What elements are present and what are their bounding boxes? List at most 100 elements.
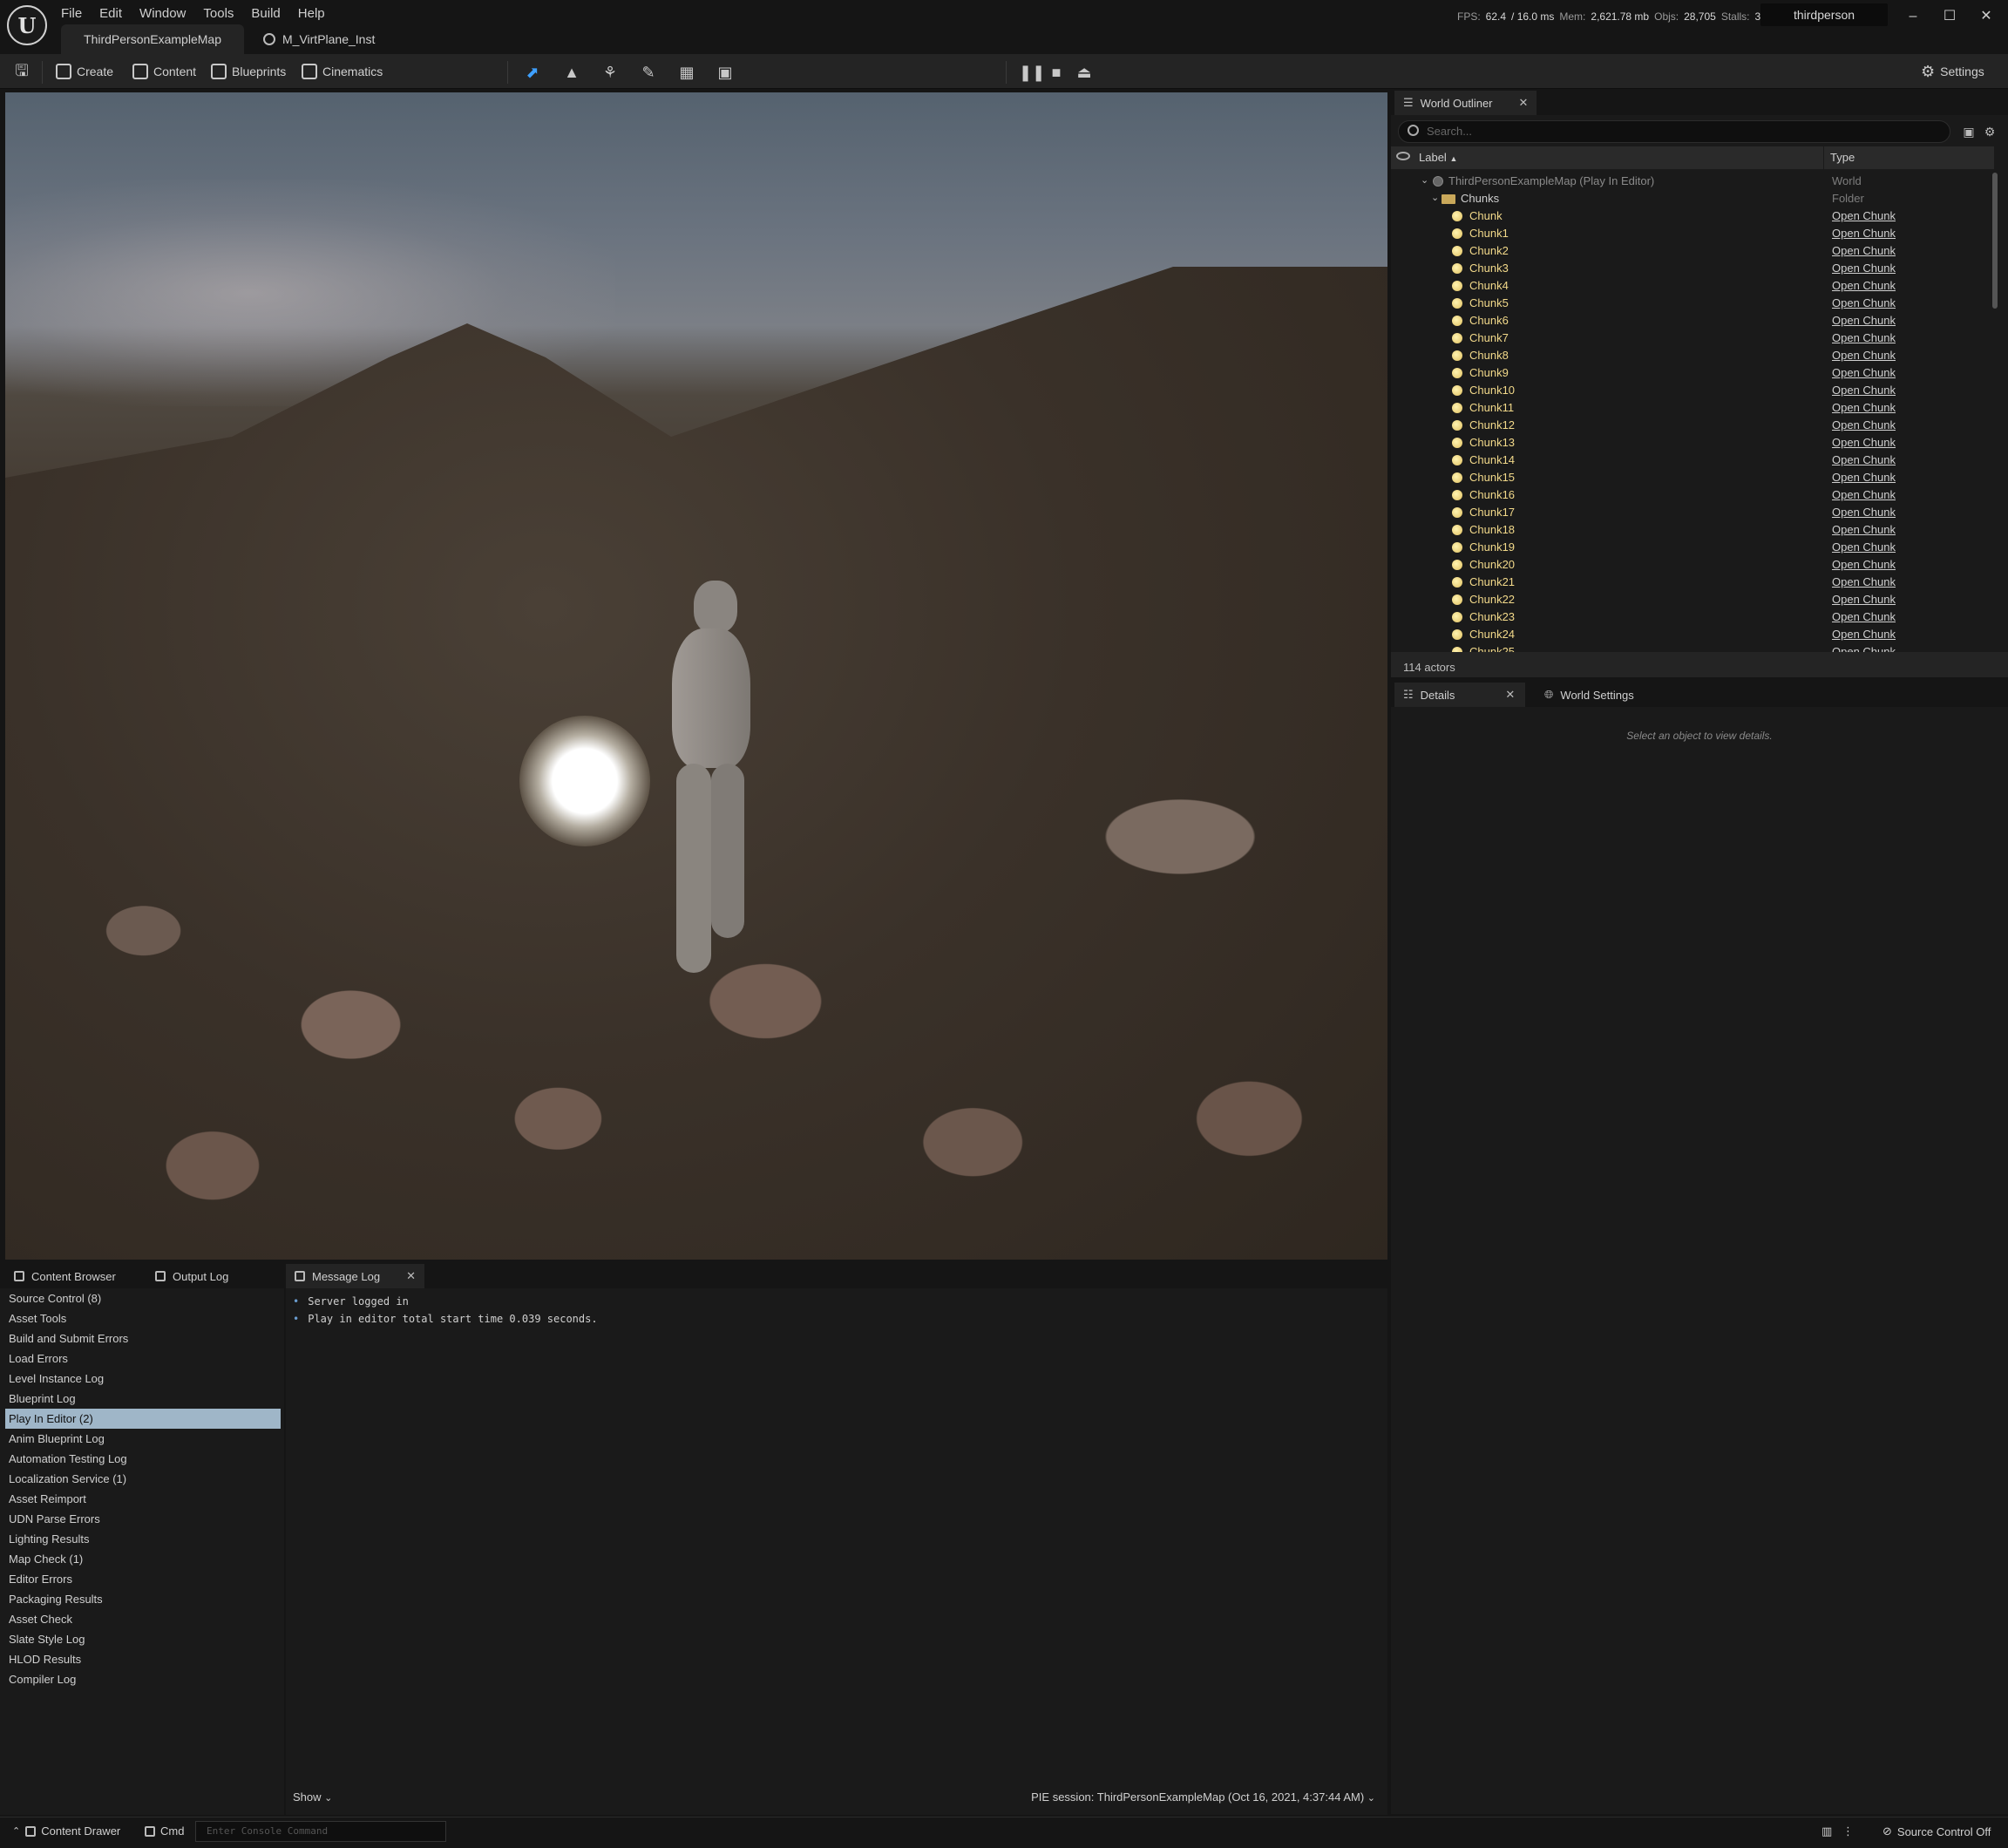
log-category-item[interactable]: Editor Errors xyxy=(0,1569,284,1589)
open-chunk-link[interactable]: Open Chunk xyxy=(1832,244,1896,257)
tab-content-browser[interactable]: Content Browser xyxy=(5,1264,125,1288)
select-mode-icon[interactable]: ⬈ xyxy=(523,63,542,82)
log-category-item[interactable]: Source Control (8) xyxy=(0,1288,284,1308)
foliage-mode-icon[interactable]: ⚘ xyxy=(600,63,620,82)
log-category-item[interactable]: Anim Blueprint Log xyxy=(0,1429,284,1449)
log-category-item[interactable]: Build and Submit Errors xyxy=(0,1328,284,1349)
unreal-logo[interactable]: U xyxy=(7,5,47,45)
level-viewport[interactable] xyxy=(5,92,1387,1260)
column-divider[interactable] xyxy=(1823,146,1824,169)
log-category-item[interactable]: Blueprint Log xyxy=(0,1389,284,1409)
menu-help[interactable]: Help xyxy=(289,3,334,23)
chevron-down-icon[interactable]: ⌄ xyxy=(1421,174,1428,186)
derived-data-icon[interactable]: ▥ xyxy=(1821,1824,1832,1838)
log-category-item[interactable]: UDN Parse Errors xyxy=(0,1509,284,1529)
open-chunk-link[interactable]: Open Chunk xyxy=(1832,349,1896,362)
tree-row-chunk[interactable]: Chunk21 Open Chunk xyxy=(1391,574,1994,591)
open-chunk-link[interactable]: Open Chunk xyxy=(1832,628,1896,641)
log-category-item[interactable]: Slate Style Log xyxy=(0,1629,284,1649)
open-chunk-link[interactable]: Open Chunk xyxy=(1832,593,1896,606)
outliner-scrollbar[interactable] xyxy=(1992,173,1998,309)
tab-details[interactable]: ☷ Details ✕ xyxy=(1394,683,1525,707)
open-chunk-link[interactable]: Open Chunk xyxy=(1832,645,1896,652)
log-category-item[interactable]: Automation Testing Log xyxy=(0,1449,284,1469)
open-chunk-link[interactable]: Open Chunk xyxy=(1832,279,1896,292)
log-category-item[interactable]: Play In Editor (2) xyxy=(5,1409,281,1429)
tree-row-chunk[interactable]: Chunk17 Open Chunk xyxy=(1391,504,1994,521)
tree-row-chunk[interactable]: Chunk2 Open Chunk xyxy=(1391,242,1994,260)
pie-session-dropdown[interactable]: PIE session: ThirdPersonExampleMap (Oct … xyxy=(1031,1790,1375,1804)
settings-button[interactable]: ⚙ Settings xyxy=(1921,59,1984,84)
cinematics-button[interactable]: Cinematics xyxy=(302,59,383,84)
tree-row-chunk[interactable]: Chunk18 Open Chunk xyxy=(1391,521,1994,539)
tree-row-chunk[interactable]: Chunk6 Open Chunk xyxy=(1391,312,1994,330)
open-chunk-link[interactable]: Open Chunk xyxy=(1832,384,1896,397)
tab-world-outliner[interactable]: ☰ World Outliner ✕ xyxy=(1394,91,1537,115)
open-chunk-link[interactable]: Open Chunk xyxy=(1832,209,1896,222)
open-chunk-link[interactable]: Open Chunk xyxy=(1832,418,1896,431)
create-button[interactable]: Create xyxy=(56,59,113,84)
brush-edit-mode-icon[interactable]: ▣ xyxy=(716,63,735,82)
open-chunk-link[interactable]: Open Chunk xyxy=(1832,540,1896,554)
mesh-paint-mode-icon[interactable]: ✎ xyxy=(639,63,658,82)
log-category-item[interactable]: Compiler Log xyxy=(0,1669,284,1689)
log-category-item[interactable]: Asset Tools xyxy=(0,1308,284,1328)
open-chunk-link[interactable]: Open Chunk xyxy=(1832,296,1896,309)
landscape-mode-icon[interactable]: ▲ xyxy=(562,63,581,82)
column-label[interactable]: Label ▲ xyxy=(1419,151,1457,164)
menu-window[interactable]: Window xyxy=(131,3,194,23)
tree-row-chunk[interactable]: Chunk19 Open Chunk xyxy=(1391,539,1994,556)
tree-row-chunk[interactable]: Chunk13 Open Chunk xyxy=(1391,434,1994,452)
open-chunk-link[interactable]: Open Chunk xyxy=(1832,575,1896,588)
open-chunk-link[interactable]: Open Chunk xyxy=(1832,262,1896,275)
tree-row-chunk[interactable]: Chunk1 Open Chunk xyxy=(1391,225,1994,242)
minimize-button[interactable]: – xyxy=(1900,5,1926,28)
tree-row-world[interactable]: ⌄ ThirdPersonExampleMap (Play In Editor)… xyxy=(1391,173,1994,190)
source-control-button[interactable]: ⊘ Source Control Off xyxy=(1882,1824,1991,1838)
tree-row-folder[interactable]: ⌄ Chunks Folder xyxy=(1391,190,1994,207)
visibility-eye-icon[interactable] xyxy=(1396,152,1410,160)
close-button[interactable]: ✕ xyxy=(1973,5,1999,28)
tree-row-chunk[interactable]: Chunk Open Chunk xyxy=(1391,207,1994,225)
show-filter-button[interactable]: Show ⌄ xyxy=(293,1790,332,1804)
tree-row-chunk[interactable]: Chunk24 Open Chunk xyxy=(1391,626,1994,643)
tree-row-chunk[interactable]: Chunk25 Open Chunk xyxy=(1391,643,1994,652)
blueprints-button[interactable]: Blueprints xyxy=(211,59,286,84)
log-category-item[interactable]: Load Errors xyxy=(0,1349,284,1369)
close-icon[interactable]: ✕ xyxy=(1519,96,1529,110)
content-drawer-button[interactable]: ⌃ Content Drawer xyxy=(12,1824,120,1838)
close-icon[interactable]: ✕ xyxy=(406,1269,416,1283)
open-chunk-link[interactable]: Open Chunk xyxy=(1832,558,1896,571)
content-button[interactable]: Content xyxy=(132,59,196,84)
tab-thirdpersonexamplemap[interactable]: ThirdPersonExampleMap xyxy=(61,24,244,54)
tree-row-chunk[interactable]: Chunk22 Open Chunk xyxy=(1391,591,1994,608)
log-category-item[interactable]: Level Instance Log xyxy=(0,1369,284,1389)
close-icon[interactable]: ✕ xyxy=(1505,688,1515,702)
fracture-mode-icon[interactable]: ▦ xyxy=(677,63,696,82)
eject-icon[interactable]: ⏏ xyxy=(1075,63,1094,82)
open-chunk-link[interactable]: Open Chunk xyxy=(1832,506,1896,519)
open-chunk-link[interactable]: Open Chunk xyxy=(1832,488,1896,501)
tab-output-log[interactable]: Output Log xyxy=(146,1264,237,1288)
menu-file[interactable]: File xyxy=(52,3,91,23)
maximize-button[interactable]: ☐ xyxy=(1937,5,1963,28)
tree-row-chunk[interactable]: Chunk7 Open Chunk xyxy=(1391,330,1994,347)
cmd-button[interactable]: Cmd xyxy=(145,1824,184,1838)
log-category-item[interactable]: Asset Reimport xyxy=(0,1489,284,1509)
tree-row-chunk[interactable]: Chunk3 Open Chunk xyxy=(1391,260,1994,277)
tree-row-chunk[interactable]: Chunk5 Open Chunk xyxy=(1391,295,1994,312)
menu-tools[interactable]: Tools xyxy=(194,3,242,23)
open-chunk-link[interactable]: Open Chunk xyxy=(1832,436,1896,449)
tree-row-chunk[interactable]: Chunk16 Open Chunk xyxy=(1391,486,1994,504)
tree-row-chunk[interactable]: Chunk9 Open Chunk xyxy=(1391,364,1994,382)
add-folder-icon[interactable]: ▣ xyxy=(1961,124,1977,139)
menu-edit[interactable]: Edit xyxy=(91,3,131,23)
log-category-item[interactable]: Localization Service (1) xyxy=(0,1469,284,1489)
tree-row-chunk[interactable]: Chunk23 Open Chunk xyxy=(1391,608,1994,626)
open-chunk-link[interactable]: Open Chunk xyxy=(1832,471,1896,484)
log-category-item[interactable]: HLOD Results xyxy=(0,1649,284,1669)
tree-row-chunk[interactable]: Chunk4 Open Chunk xyxy=(1391,277,1994,295)
log-category-item[interactable]: Packaging Results xyxy=(0,1589,284,1609)
tree-row-chunk[interactable]: Chunk8 Open Chunk xyxy=(1391,347,1994,364)
open-chunk-link[interactable]: Open Chunk xyxy=(1832,366,1896,379)
